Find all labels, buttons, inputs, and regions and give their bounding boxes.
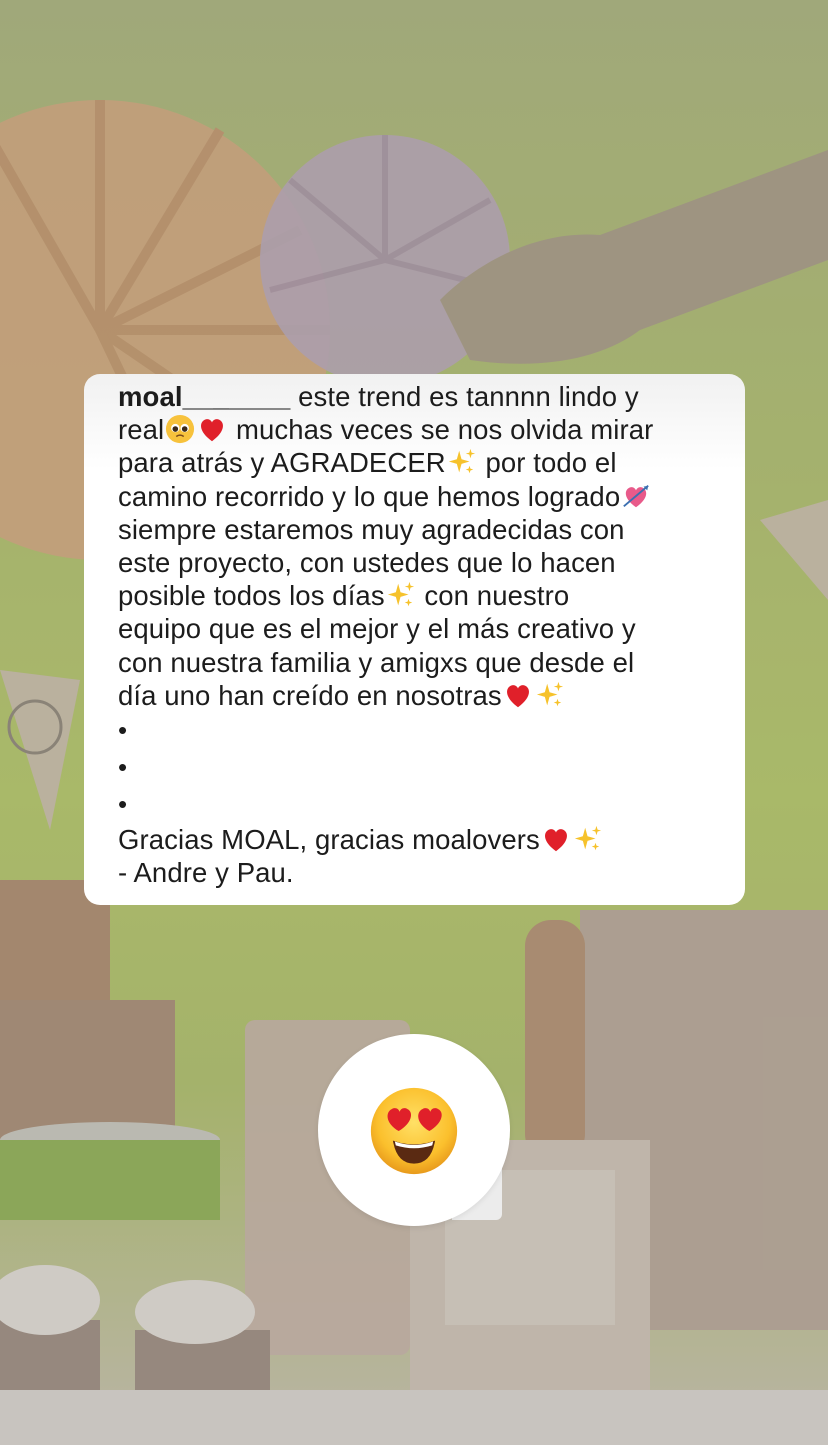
comment-text: día uno han creído en nosotras bbox=[118, 679, 502, 711]
comment-line-3: para atrás y AGRADECER por todo el bbox=[118, 446, 721, 479]
comment-line-12: - Andre y Pau. bbox=[118, 856, 721, 889]
comment-line-9: con nuestra familia y amigxs que desde e… bbox=[118, 646, 721, 679]
comment-line-11: Gracias MOAL, gracias moalovers bbox=[118, 823, 721, 856]
red-heart-emoji-icon bbox=[541, 824, 571, 854]
comment-text: con nuestro bbox=[416, 580, 570, 612]
comment-line-10: día uno han creído en nosotras bbox=[118, 679, 721, 712]
comment-text: real bbox=[118, 414, 165, 446]
comment-username[interactable]: moal_______ bbox=[118, 381, 290, 412]
sparkles-emoji-icon bbox=[386, 580, 416, 610]
comment-line-5: siempre estaremos muy agradecidas con bbox=[118, 513, 721, 546]
comment-text: muchas veces se nos olvida mirar bbox=[228, 414, 654, 446]
comment-signature: - Andre y Pau. bbox=[118, 857, 294, 889]
comment-line-8: equipo que es el mejor y el más creativo… bbox=[118, 612, 721, 645]
sparkles-emoji-icon bbox=[447, 447, 477, 477]
comment-text: por todo el bbox=[477, 447, 617, 479]
comment-text: Gracias MOAL, gracias moalovers bbox=[118, 824, 540, 856]
comment-text: siempre estaremos muy agradecidas con bbox=[118, 513, 625, 545]
comment-line-2: real muchas veces se nos olvida mirar bbox=[118, 413, 721, 446]
comment-line-6: este proyecto, con ustedes que lo hacen bbox=[118, 546, 721, 579]
comment-text: camino recorrido y lo que hemos logrado bbox=[118, 480, 621, 512]
comment-line-1: moal_______ este trend es tannnn lindo y bbox=[118, 380, 721, 413]
bullet-dot: • bbox=[118, 715, 128, 746]
comment-line-4: camino recorrido y lo que hemos logrado bbox=[118, 480, 721, 513]
comment-line-7: posible todos los días con nuestro bbox=[118, 579, 721, 612]
comment-text: para atrás y AGRADECER bbox=[118, 447, 446, 479]
red-heart-emoji-icon bbox=[197, 414, 227, 444]
sparkles-emoji-icon bbox=[573, 824, 603, 854]
comment-text: este trend es tannnn lindo y bbox=[290, 381, 639, 412]
comment-text: equipo que es el mejor y el más creativo… bbox=[118, 613, 636, 645]
comment-text: posible todos los días bbox=[118, 580, 385, 612]
comment-text: este proyecto, con ustedes que lo hacen bbox=[118, 547, 616, 579]
sparkles-emoji-icon bbox=[535, 680, 565, 710]
heart-with-arrow-emoji-icon bbox=[621, 481, 651, 511]
pleading-face-emoji-icon bbox=[165, 414, 195, 444]
heart-eyes-emoji-icon[interactable] bbox=[368, 1085, 460, 1177]
comment-card[interactable]: moal_______ este trend es tannnn lindo y… bbox=[84, 374, 745, 905]
comment-text: con nuestra familia y amigxs que desde e… bbox=[118, 646, 635, 678]
bullet-dot: • bbox=[118, 789, 128, 820]
red-heart-emoji-icon bbox=[503, 680, 533, 710]
bullet-dot: • bbox=[118, 752, 128, 783]
